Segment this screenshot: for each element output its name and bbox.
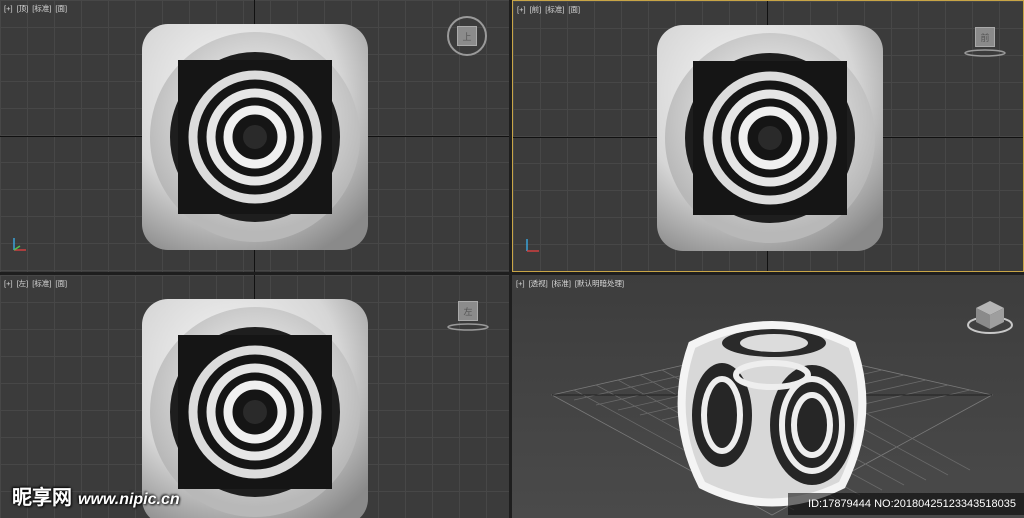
- viewport-shading-mode[interactable]: [标准]: [32, 4, 51, 13]
- navcube-face-icon[interactable]: 前: [975, 27, 995, 47]
- cube-ring-object[interactable]: [655, 23, 885, 253]
- viewport-display-mode[interactable]: [默认明暗处理]: [575, 279, 624, 288]
- viewport-menu-plus[interactable]: [+]: [4, 4, 13, 13]
- viewport-front[interactable]: [+] [前] [标准] [面] 前: [512, 0, 1024, 272]
- viewport-top-label[interactable]: [+] [顶] [标准] [面]: [4, 3, 71, 14]
- watermark-url: www.nipic.cn: [78, 491, 180, 508]
- navcube-front[interactable]: 前: [963, 25, 1007, 57]
- viewport-menu-plus[interactable]: [+]: [4, 279, 13, 288]
- viewport-shading-mode[interactable]: [标准]: [32, 279, 51, 288]
- viewport-view-name[interactable]: [顶]: [17, 4, 29, 13]
- image-id-strip: ID:17879444 NO:20180425123343518035: [788, 493, 1024, 515]
- cube-ring-object-3d[interactable]: [662, 305, 882, 515]
- navcube-face-icon[interactable]: 左: [458, 301, 478, 321]
- viewport-shading-mode[interactable]: [标准]: [552, 279, 571, 288]
- navcube-face-icon[interactable]: 上: [457, 26, 477, 46]
- viewport-shading-mode[interactable]: [标准]: [545, 5, 564, 14]
- viewport-perspective[interactable]: [+] [透视] [标准] [默认明暗处理]: [512, 275, 1024, 518]
- viewport-view-name[interactable]: [前]: [530, 5, 542, 14]
- watermark-logo: 昵享网: [12, 487, 72, 509]
- viewport-display-mode[interactable]: [面]: [568, 5, 580, 14]
- navcube-left[interactable]: 左: [446, 299, 490, 331]
- navcube-3d-icon[interactable]: [964, 297, 1016, 337]
- axis-gizmo: [13, 238, 26, 251]
- viewport-top[interactable]: [+] [顶] [标准] [面] 上: [0, 0, 509, 272]
- viewport-view-name[interactable]: [左]: [17, 279, 29, 288]
- cube-ring-object[interactable]: [140, 22, 370, 252]
- viewport-left-label[interactable]: [+] [左] [标准] [面]: [4, 278, 71, 289]
- axis-gizmo: [526, 239, 539, 252]
- viewport-display-mode[interactable]: [面]: [55, 4, 67, 13]
- viewport-display-mode[interactable]: [面]: [55, 279, 67, 288]
- viewport-menu-plus[interactable]: [+]: [517, 5, 526, 14]
- viewport-menu-plus[interactable]: [+]: [516, 279, 525, 288]
- navcube-top[interactable]: 上: [445, 14, 489, 58]
- viewport-view-name[interactable]: [透视]: [529, 279, 548, 288]
- navcube-perspective[interactable]: [964, 297, 1016, 337]
- viewport-front-label[interactable]: [+] [前] [标准] [面]: [517, 4, 584, 15]
- viewport-perspective-label[interactable]: [+] [透视] [标准] [默认明暗处理]: [516, 278, 628, 289]
- watermark: 昵享网 www.nipic.cn: [12, 481, 180, 510]
